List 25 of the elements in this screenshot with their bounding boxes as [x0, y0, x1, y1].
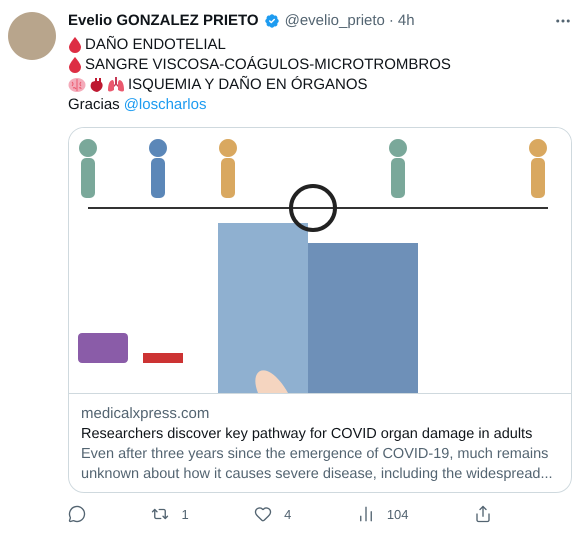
- timestamp[interactable]: 4h: [398, 10, 415, 32]
- display-name[interactable]: Evelio GONZALEZ PRIETO: [68, 10, 259, 32]
- like-button[interactable]: 4: [254, 504, 292, 524]
- tweet-text-line: SANGRE VISCOSA-COÁGULOS-MICROTROMBROS: [85, 54, 451, 74]
- brain-icon: [68, 76, 86, 92]
- lungs-icon: [107, 76, 125, 93]
- views-button[interactable]: 104: [356, 504, 409, 524]
- tweet-text-line: Gracias: [68, 94, 120, 114]
- blood-drop-icon: [68, 36, 82, 53]
- heart-icon: [254, 505, 272, 524]
- retweet-button[interactable]: 1: [151, 504, 189, 524]
- user-handle[interactable]: @evelio_prieto: [284, 10, 385, 32]
- link-card[interactable]: [68, 126, 572, 492]
- reply-button[interactable]: [68, 505, 86, 524]
- separator: ·: [388, 11, 394, 31]
- card-domain: medicalxpress.com: [81, 404, 210, 424]
- anatomical-heart-icon: [89, 76, 104, 93]
- card-title: Researchers discover key pathway for COVID organ damage in adults: [81, 424, 534, 444]
- tweet-text-line: DAÑO ENDOTELIAL: [85, 34, 226, 54]
- reply-icon: [68, 505, 86, 524]
- card-description: Even after three years since the emergence of COVID-19, much remains unknown about how it causes severe disease, including the widespread...: [81, 444, 554, 484]
- share-button[interactable]: [474, 505, 492, 524]
- blood-drop-icon: [68, 56, 82, 73]
- tweet-text-line: ISQUEMIA Y DAÑO EN ÓRGANOS: [128, 74, 368, 94]
- share-icon: [474, 505, 492, 524]
